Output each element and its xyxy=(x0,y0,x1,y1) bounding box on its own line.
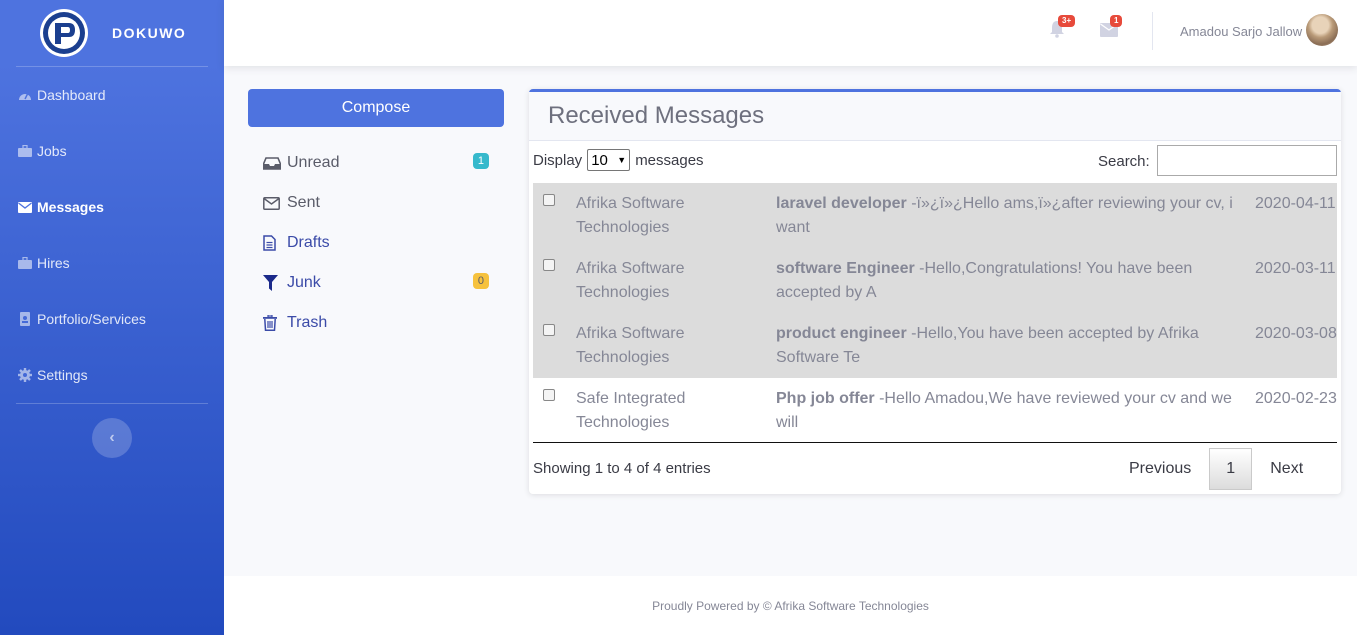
message-date: 2020-02-23 xyxy=(1255,390,1337,407)
display-prefix: Display xyxy=(533,151,583,169)
folder-label: Drafts xyxy=(287,234,330,251)
brand-name: DOKUWO xyxy=(112,25,187,41)
pagination-previous[interactable]: Previous xyxy=(1129,460,1191,478)
row-checkbox[interactable] xyxy=(543,194,555,206)
message-sender: Safe Integrated Technologies xyxy=(576,390,686,431)
sidebar-toggle-button[interactable]: ‹ xyxy=(92,418,132,458)
sidebar-item-label: Portfolio/Services xyxy=(37,311,146,327)
sidebar-item-label: Jobs xyxy=(37,143,67,159)
mail-folder-nav: Unread 1 Sent Drafts Junk 0 Trash xyxy=(263,143,489,343)
sidebar: DOKUWO Dashboard Jobs Messages Hires Por… xyxy=(0,0,224,635)
brand[interactable]: DOKUWO xyxy=(0,0,224,66)
unread-count-badge: 1 xyxy=(472,153,489,169)
alerts-badge: 3+ xyxy=(1058,15,1076,27)
folder-label: Trash xyxy=(287,314,328,331)
folder-junk[interactable]: Junk 0 xyxy=(263,263,489,303)
message-sender: Afrika Software Technologies xyxy=(576,325,685,366)
address-book-icon xyxy=(18,312,32,326)
messages-button[interactable]: 1 xyxy=(1100,15,1123,42)
row-checkbox[interactable] xyxy=(543,389,555,401)
footer-text: Proudly Powered by © Afrika Software Tec… xyxy=(652,598,929,613)
junk-count-badge: 0 xyxy=(472,273,489,289)
message-summary[interactable]: software Engineer -Hello,Congratulations… xyxy=(776,248,1255,313)
sidebar-item-jobs[interactable]: Jobs xyxy=(0,123,224,179)
sidebar-divider xyxy=(16,403,208,404)
envelope-icon xyxy=(18,200,32,214)
trash-icon xyxy=(263,315,281,331)
messages-badge: 1 xyxy=(1110,15,1123,27)
table-row[interactable]: Safe Integrated Technologies Php job off… xyxy=(533,378,1337,443)
sidebar-item-label: Hires xyxy=(37,255,70,271)
message-subject: laravel developer xyxy=(776,195,907,212)
folder-label: Junk xyxy=(287,274,321,291)
sidebar-item-dashboard[interactable]: Dashboard xyxy=(0,67,224,123)
tachometer-icon xyxy=(18,88,32,102)
search-input[interactable] xyxy=(1157,145,1337,176)
inbox-icon xyxy=(263,155,281,171)
search-label: Search: xyxy=(1098,153,1150,170)
avatar[interactable] xyxy=(1306,14,1338,46)
message-summary[interactable]: Php job offer -Hello Amadou,We have revi… xyxy=(776,378,1255,443)
briefcase-icon xyxy=(18,256,32,270)
sidebar-item-hires[interactable]: Hires xyxy=(0,235,224,291)
folder-trash[interactable]: Trash xyxy=(263,303,489,343)
folder-unread[interactable]: Unread 1 xyxy=(263,143,489,183)
table-row[interactable]: Afrika Software Technologies laravel dev… xyxy=(533,183,1337,248)
compose-button[interactable]: Compose xyxy=(248,89,504,127)
card-title: Received Messages xyxy=(548,102,765,129)
sidebar-item-label: Dashboard xyxy=(37,87,106,103)
file-text-icon xyxy=(263,235,281,251)
dokuwo-logo-icon xyxy=(40,9,88,57)
row-checkbox[interactable] xyxy=(543,324,555,336)
message-date: 2020-03-11 xyxy=(1255,260,1336,277)
gear-icon xyxy=(18,368,32,382)
folder-drafts[interactable]: Drafts xyxy=(263,223,489,263)
filter-icon xyxy=(263,275,281,291)
sidebar-item-settings[interactable]: Settings xyxy=(0,347,224,403)
folder-label: Sent xyxy=(287,194,320,211)
display-suffix: messages xyxy=(635,151,704,169)
folder-label: Unread xyxy=(287,154,340,171)
message-summary[interactable]: laravel developer -ï»¿ï»¿Hello ams,ï»¿af… xyxy=(776,183,1255,248)
message-sender: Afrika Software Technologies xyxy=(576,260,685,301)
message-subject: product engineer xyxy=(776,325,907,342)
sidebar-item-label: Settings xyxy=(37,367,88,383)
briefcase-icon xyxy=(18,144,32,158)
footer: Proudly Powered by © Afrika Software Tec… xyxy=(224,576,1357,635)
alerts-button[interactable]: 3+ xyxy=(1048,15,1076,42)
sidebar-item-messages[interactable]: Messages xyxy=(0,179,224,235)
topbar-divider xyxy=(1152,12,1153,50)
folder-sent[interactable]: Sent xyxy=(263,183,489,223)
page-length-value: 10 xyxy=(591,151,608,169)
sidebar-item-label: Messages xyxy=(37,199,104,215)
message-subject: Php job offer xyxy=(776,390,875,407)
messages-table: Afrika Software Technologies laravel dev… xyxy=(533,183,1337,443)
table-row[interactable]: Afrika Software Technologies software En… xyxy=(533,248,1337,313)
table-controls: Display 10 ▼ messages Search: xyxy=(529,141,1341,181)
table-row[interactable]: Afrika Software Technologies product eng… xyxy=(533,313,1337,378)
caret-down-icon: ▼ xyxy=(617,155,627,165)
chevron-left-icon: ‹ xyxy=(109,429,115,446)
message-summary[interactable]: product engineer -Hello,You have been ac… xyxy=(776,313,1255,378)
message-date: 2020-04-11 xyxy=(1255,195,1336,212)
page-length-select[interactable]: 10 ▼ xyxy=(587,149,631,171)
pagination-page-1[interactable]: 1 xyxy=(1209,448,1253,490)
user-name[interactable]: Amadou Sarjo Jallow xyxy=(1180,24,1302,39)
page-length-control: Display 10 ▼ messages xyxy=(533,149,704,171)
card-header: Received Messages xyxy=(529,92,1341,141)
message-sender: Afrika Software Technologies xyxy=(576,195,685,236)
envelope-icon xyxy=(263,195,281,211)
topbar: 3+ 1 Amadou Sarjo Jallow xyxy=(224,0,1357,66)
pagination: Previous 1 Next xyxy=(1129,448,1303,490)
message-date: 2020-03-08 xyxy=(1255,325,1337,342)
pagination-next[interactable]: Next xyxy=(1270,460,1303,478)
row-checkbox[interactable] xyxy=(543,259,555,271)
message-subject: software Engineer xyxy=(776,260,915,277)
sidebar-item-portfolio-services[interactable]: Portfolio/Services xyxy=(0,291,224,347)
